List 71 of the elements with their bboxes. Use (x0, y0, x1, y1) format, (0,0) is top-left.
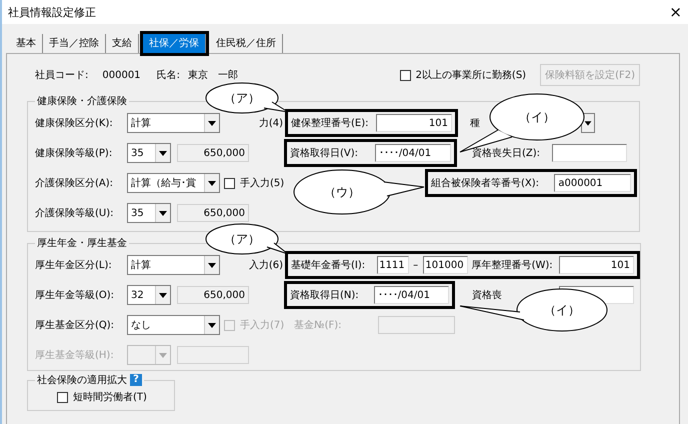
field-label: 資格喪失日(Z): (472, 146, 542, 160)
field-label: 健康保険等級(P): (35, 146, 114, 160)
callout-label: （ウ） (323, 184, 361, 201)
amount-field: 650,000 (177, 144, 249, 162)
caret-icon (155, 204, 170, 222)
date-field[interactable]: ････/04/01 (374, 286, 449, 304)
field-label: 健康保険区分(K): (35, 116, 114, 130)
field-label: 資格取得日(N): (290, 288, 360, 302)
separator: – (412, 260, 420, 270)
amount-field: 650,000 (177, 204, 249, 222)
dropdown[interactable]: 計算 (127, 255, 220, 275)
checkbox-label[interactable]: 力(4) (258, 116, 283, 130)
field-label: 種 (470, 117, 480, 130)
checkbox-label[interactable]: 短時間労働者(T) (73, 390, 147, 404)
field-label: 厚生基金等級(H): (35, 348, 115, 362)
dropdown[interactable]: 35 (127, 143, 171, 163)
window-title: 社員情報設定修正 (8, 4, 96, 20)
callout-label: （ア） (223, 90, 261, 107)
checkbox[interactable] (400, 70, 411, 80)
field-label: 組合被保険者等番号(X): (431, 176, 540, 190)
group-title: 健康保険・介護保険 (36, 94, 128, 108)
input-field[interactable]: 1111 (376, 256, 409, 274)
caret-icon (204, 316, 219, 334)
field-label: 厚生年金等級(O): (35, 288, 116, 302)
field-label: 資格喪 (472, 288, 503, 302)
input-field[interactable]: 101000 (422, 256, 468, 274)
checkbox-label[interactable]: 手入力(5) (240, 176, 284, 190)
field-label: 健保整理番号(E): (291, 116, 370, 130)
field-label: 基金№(F): (294, 318, 342, 332)
field-label: 介護保険等級(U): (35, 206, 114, 220)
employee-code: 000001 (102, 70, 141, 80)
input-field[interactable]: 101 (559, 256, 634, 274)
group-title: 厚生年金・厚生基金 (36, 236, 128, 250)
help-button[interactable]: ? (130, 374, 142, 386)
field-label: 資格取得日(V): (290, 146, 360, 160)
caret-icon (204, 174, 219, 192)
checkbox-label[interactable]: 入力(6) (248, 258, 283, 272)
field-label: 厚生年金区分(L): (35, 258, 113, 272)
field-label: 基礎年金番号(I): (291, 258, 366, 272)
caret-icon (155, 346, 170, 364)
dropdown[interactable]: なし (127, 315, 220, 335)
caret-icon (204, 114, 219, 132)
input-field[interactable]: 101 (376, 114, 452, 132)
checkbox-label[interactable]: 2以上の事業所に勤務(S) (416, 68, 526, 82)
input-field[interactable] (378, 316, 456, 334)
field-label: 厚生基金区分(Q): (35, 318, 116, 332)
amount-field: 650,000 (177, 286, 249, 304)
callout-label: （イ） (543, 302, 581, 319)
field-label: 社員コード: (35, 68, 88, 82)
employee-name: 東京 一郎 (188, 68, 238, 82)
callout-label: （ア） (223, 231, 261, 248)
amount-field (177, 346, 249, 364)
dropdown[interactable]: 32 (127, 285, 171, 305)
dropdown[interactable]: 計算 (127, 113, 220, 133)
close-button[interactable]: × (669, 3, 682, 21)
tab[interactable]: 社保／労保 (143, 34, 206, 53)
field-label: 氏名: (156, 68, 180, 82)
checkbox[interactable] (57, 392, 68, 402)
field-label: 介護保険区分(A): (35, 176, 114, 190)
callout-label: （イ） (518, 109, 556, 126)
checkbox[interactable] (224, 178, 235, 188)
group-title: 社会保険の適用拡大 (37, 374, 127, 387)
input-field[interactable]: a000001 (554, 174, 631, 192)
date-field[interactable] (552, 144, 627, 162)
dropdown[interactable]: 計算（給与･賞 (127, 173, 220, 193)
caret-icon (155, 144, 170, 162)
date-field[interactable]: ････/04/01 (374, 144, 451, 162)
caret-icon (155, 286, 170, 304)
caret-icon (204, 256, 219, 274)
field-label: 厚年整理番号(W): (472, 258, 554, 272)
dropdown[interactable]: 35 (127, 203, 171, 223)
